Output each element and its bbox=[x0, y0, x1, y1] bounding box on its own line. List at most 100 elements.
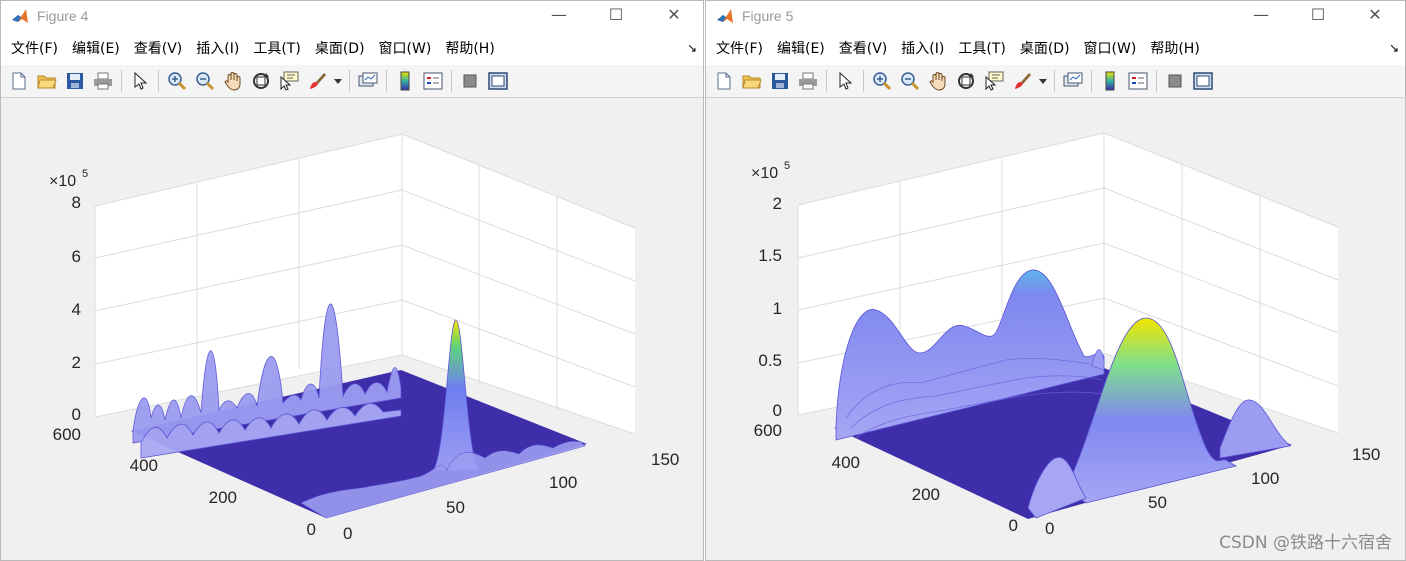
brush-icon[interactable] bbox=[305, 70, 329, 92]
watermark-text: CSDN @铁路十六宿舍 bbox=[1219, 533, 1392, 553]
menu-desktop[interactable]: 桌面(D) bbox=[1014, 31, 1076, 65]
surface-plot-3d[interactable]: 2 1.5 1 0.5 0 ×10 5 600 400 200 0 0 50 1… bbox=[706, 98, 1405, 560]
toolbar-separator bbox=[1091, 70, 1092, 92]
z-exponent-power: 5 bbox=[784, 160, 790, 172]
minimize-button[interactable]: — bbox=[536, 1, 582, 31]
x-tick-label: 150 bbox=[1352, 445, 1380, 464]
title-bar[interactable]: Figure 4 — ☐ ✕ bbox=[1, 1, 703, 31]
save-icon[interactable] bbox=[63, 70, 87, 92]
toolbar-separator bbox=[451, 70, 452, 92]
y-tick-label: 0 bbox=[1009, 516, 1018, 535]
menu-file[interactable]: 文件(F) bbox=[5, 31, 64, 65]
colorbar-icon[interactable] bbox=[1098, 70, 1122, 92]
pan-icon[interactable] bbox=[221, 70, 245, 92]
menu-window[interactable]: 窗口(W) bbox=[1078, 31, 1143, 65]
minimize-button[interactable]: — bbox=[1238, 1, 1284, 31]
show-plot-tools-icon[interactable] bbox=[1191, 70, 1215, 92]
close-button[interactable]: ✕ bbox=[651, 1, 697, 31]
brush-icon[interactable] bbox=[1010, 70, 1034, 92]
zoom-in-icon[interactable] bbox=[870, 70, 894, 92]
x-tick-label: 100 bbox=[549, 473, 577, 492]
zoom-in-icon[interactable] bbox=[165, 70, 189, 92]
menu-help[interactable]: 帮助(H) bbox=[1144, 31, 1205, 65]
maximize-button[interactable]: ☐ bbox=[593, 1, 639, 31]
show-plot-tools-icon[interactable] bbox=[486, 70, 510, 92]
window-title: Figure 4 bbox=[37, 8, 89, 24]
rotate-3d-icon[interactable] bbox=[249, 70, 273, 92]
menu-view[interactable]: 查看(V) bbox=[833, 31, 894, 65]
link-plot-icon[interactable] bbox=[356, 70, 380, 92]
toolbar-separator bbox=[158, 70, 159, 92]
y-tick-label: 200 bbox=[209, 488, 237, 507]
y-tick-label: 200 bbox=[912, 485, 940, 504]
surface-plot-3d[interactable]: 8 6 4 2 0 ×10 5 600 400 200 0 0 50 100 1… bbox=[1, 98, 703, 560]
toolbar-separator bbox=[1054, 70, 1055, 92]
dock-arrow-icon[interactable]: ↘ bbox=[687, 41, 697, 55]
hide-plot-tools-icon[interactable] bbox=[1163, 70, 1187, 92]
menu-edit[interactable]: 编辑(E) bbox=[771, 31, 831, 65]
y-tick-label: 600 bbox=[53, 425, 81, 444]
menu-view[interactable]: 查看(V) bbox=[128, 31, 189, 65]
close-button[interactable]: ✕ bbox=[1352, 1, 1398, 31]
z-tick-label: 0 bbox=[72, 405, 81, 424]
legend-icon[interactable] bbox=[1126, 70, 1150, 92]
z-tick-label: 1 bbox=[773, 299, 782, 318]
brush-dropdown-icon[interactable] bbox=[333, 70, 343, 92]
new-figure-icon[interactable] bbox=[712, 70, 736, 92]
toolbar-separator bbox=[386, 70, 387, 92]
x-tick-label: 50 bbox=[446, 498, 465, 517]
menu-help[interactable]: 帮助(H) bbox=[439, 31, 500, 65]
x-tick-label: 0 bbox=[343, 524, 352, 543]
pointer-icon[interactable] bbox=[833, 70, 857, 92]
z-tick-label: 8 bbox=[72, 193, 81, 212]
z-tick-label: 0.5 bbox=[758, 351, 782, 370]
plot-area[interactable]: 2 1.5 1 0.5 0 ×10 5 600 400 200 0 0 50 1… bbox=[706, 98, 1405, 560]
plot-area[interactable]: 8 6 4 2 0 ×10 5 600 400 200 0 0 50 100 1… bbox=[1, 98, 703, 560]
open-file-icon[interactable] bbox=[740, 70, 764, 92]
x-tick-label: 0 bbox=[1045, 519, 1054, 538]
open-file-icon[interactable] bbox=[35, 70, 59, 92]
z-tick-label: 2 bbox=[773, 194, 782, 213]
matlab-logo-icon bbox=[715, 6, 735, 26]
menu-tools[interactable]: 工具(T) bbox=[952, 31, 1011, 65]
maximize-button[interactable]: ☐ bbox=[1295, 1, 1341, 31]
colorbar-icon[interactable] bbox=[393, 70, 417, 92]
legend-icon[interactable] bbox=[421, 70, 445, 92]
menu-bar: 文件(F) 编辑(E) 查看(V) 插入(I) 工具(T) 桌面(D) 窗口(W… bbox=[1, 31, 703, 66]
figure4-window: Figure 4 — ☐ ✕ 文件(F) 编辑(E) 查看(V) 插入(I) 工… bbox=[0, 0, 704, 561]
pointer-icon[interactable] bbox=[128, 70, 152, 92]
menu-insert[interactable]: 插入(I) bbox=[190, 31, 245, 65]
title-bar[interactable]: Figure 5 — ☐ ✕ bbox=[706, 1, 1405, 31]
menu-desktop[interactable]: 桌面(D) bbox=[309, 31, 371, 65]
menu-edit[interactable]: 编辑(E) bbox=[66, 31, 126, 65]
rotate-3d-icon[interactable] bbox=[954, 70, 978, 92]
brush-dropdown-icon[interactable] bbox=[1038, 70, 1048, 92]
figure-toolbar bbox=[706, 65, 1405, 98]
dock-arrow-icon[interactable]: ↘ bbox=[1389, 41, 1399, 55]
menu-file[interactable]: 文件(F) bbox=[710, 31, 769, 65]
menu-bar: 文件(F) 编辑(E) 查看(V) 插入(I) 工具(T) 桌面(D) 窗口(W… bbox=[706, 31, 1405, 66]
print-icon[interactable] bbox=[796, 70, 820, 92]
zoom-out-icon[interactable] bbox=[898, 70, 922, 92]
data-cursor-icon[interactable] bbox=[277, 70, 301, 92]
x-tick-label: 150 bbox=[651, 450, 679, 469]
data-cursor-icon[interactable] bbox=[982, 70, 1006, 92]
menu-window[interactable]: 窗口(W) bbox=[373, 31, 438, 65]
hide-plot-tools-icon[interactable] bbox=[458, 70, 482, 92]
print-icon[interactable] bbox=[91, 70, 115, 92]
menu-insert[interactable]: 插入(I) bbox=[895, 31, 950, 65]
y-tick-label: 400 bbox=[130, 456, 158, 475]
x-tick-label: 50 bbox=[1148, 493, 1167, 512]
link-plot-icon[interactable] bbox=[1061, 70, 1085, 92]
zoom-out-icon[interactable] bbox=[193, 70, 217, 92]
menu-tools[interactable]: 工具(T) bbox=[247, 31, 306, 65]
new-figure-icon[interactable] bbox=[7, 70, 31, 92]
y-tick-label: 400 bbox=[832, 453, 860, 472]
z-exponent-power: 5 bbox=[82, 168, 88, 180]
toolbar-separator bbox=[863, 70, 864, 92]
save-icon[interactable] bbox=[768, 70, 792, 92]
toolbar-separator bbox=[826, 70, 827, 92]
z-exponent-base: ×10 bbox=[49, 173, 76, 190]
matlab-logo-icon bbox=[10, 6, 30, 26]
pan-icon[interactable] bbox=[926, 70, 950, 92]
